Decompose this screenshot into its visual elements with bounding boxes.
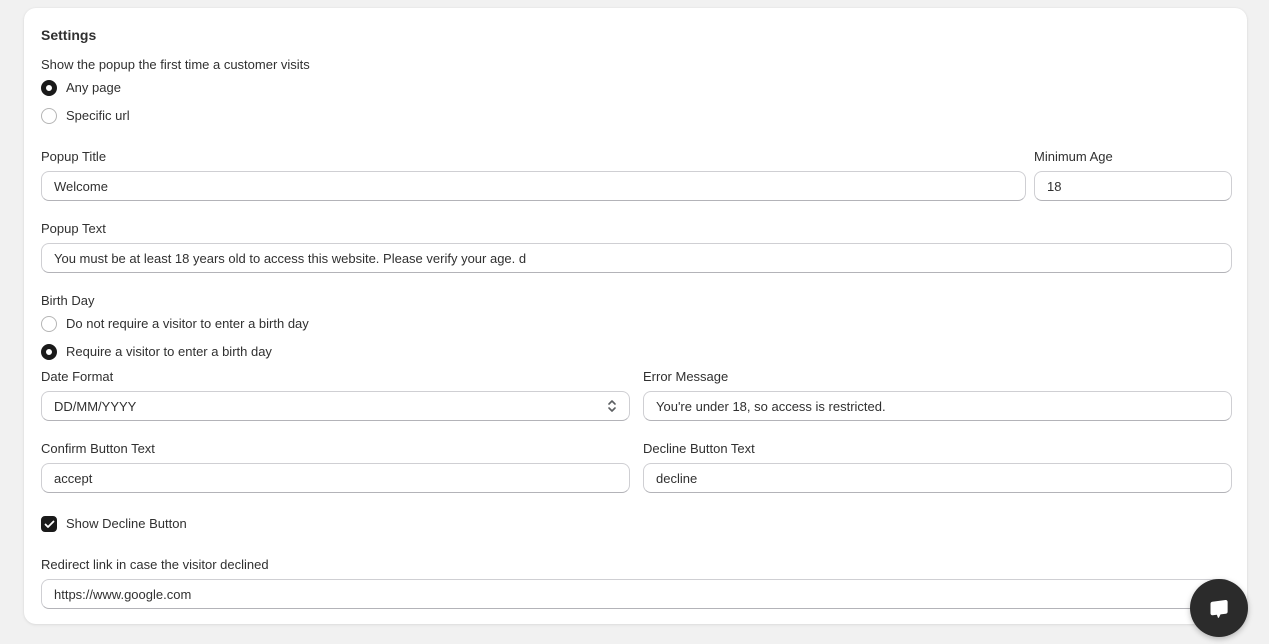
radio-require-birthday[interactable] bbox=[41, 344, 57, 360]
minimum-age-field-group: Minimum Age bbox=[1034, 147, 1232, 201]
error-message-field-group: Error Message bbox=[643, 367, 1232, 421]
radio-option-any-page[interactable]: Any page bbox=[41, 78, 1232, 98]
popup-title-field-group: Popup Title bbox=[41, 147, 1026, 201]
show-decline-button-label: Show Decline Button bbox=[66, 516, 187, 531]
popup-text-field-group: Popup Text bbox=[41, 219, 1232, 273]
confirm-button-text-label: Confirm Button Text bbox=[41, 441, 155, 456]
error-message-label: Error Message bbox=[643, 369, 729, 384]
decline-button-text-label: Decline Button Text bbox=[643, 441, 755, 456]
minimum-age-label: Minimum Age bbox=[1034, 149, 1113, 164]
settings-card: Settings Show the popup the first time a… bbox=[24, 8, 1247, 624]
radio-specific-url-label: Specific url bbox=[66, 108, 130, 123]
popup-title-input[interactable] bbox=[41, 171, 1026, 201]
decline-button-text-field-group: Decline Button Text bbox=[643, 439, 1232, 493]
date-format-select[interactable]: DD/MM/YYYY bbox=[41, 391, 630, 421]
birth-day-section-label: Birth Day bbox=[41, 293, 95, 308]
show-decline-button-option[interactable]: Show Decline Button bbox=[41, 514, 1232, 534]
visit-section-label: Show the popup the first time a customer… bbox=[41, 57, 310, 72]
chat-widget-button[interactable] bbox=[1190, 579, 1248, 637]
confirm-button-text-input[interactable] bbox=[41, 463, 630, 493]
checkmark-icon bbox=[44, 520, 54, 528]
redirect-link-input[interactable] bbox=[41, 579, 1232, 609]
popup-text-label: Popup Text bbox=[41, 221, 106, 236]
radio-option-specific-url[interactable]: Specific url bbox=[41, 106, 1232, 126]
radio-any-page[interactable] bbox=[41, 80, 57, 96]
date-format-selected-value: DD/MM/YYYY bbox=[54, 398, 137, 414]
radio-require-birthday-label: Require a visitor to enter a birth day bbox=[66, 344, 272, 359]
radio-specific-url[interactable] bbox=[41, 108, 57, 124]
chat-bubble-icon bbox=[1210, 599, 1228, 618]
redirect-link-field-group: Redirect link in case the visitor declin… bbox=[41, 555, 1232, 609]
radio-option-require-birthday[interactable]: Require a visitor to enter a birth day bbox=[41, 342, 1232, 362]
popup-title-label: Popup Title bbox=[41, 149, 107, 164]
decline-button-text-input[interactable] bbox=[643, 463, 1232, 493]
select-chevrons-icon bbox=[607, 399, 617, 413]
minimum-age-input[interactable] bbox=[1034, 171, 1232, 201]
radio-no-birthday-label: Do not require a visitor to enter a birt… bbox=[66, 316, 309, 331]
date-format-label: Date Format bbox=[41, 369, 114, 384]
redirect-link-label: Redirect link in case the visitor declin… bbox=[41, 557, 269, 572]
radio-no-birthday[interactable] bbox=[41, 316, 57, 332]
page-title: Settings bbox=[41, 27, 97, 43]
error-message-input[interactable] bbox=[643, 391, 1232, 421]
radio-any-page-label: Any page bbox=[66, 80, 121, 95]
show-decline-button-checkbox[interactable] bbox=[41, 516, 57, 532]
date-format-field-group: Date Format DD/MM/YYYY bbox=[41, 367, 630, 421]
confirm-button-text-field-group: Confirm Button Text bbox=[41, 439, 630, 493]
popup-text-input[interactable] bbox=[41, 243, 1232, 273]
radio-option-no-birthday[interactable]: Do not require a visitor to enter a birt… bbox=[41, 314, 1232, 334]
